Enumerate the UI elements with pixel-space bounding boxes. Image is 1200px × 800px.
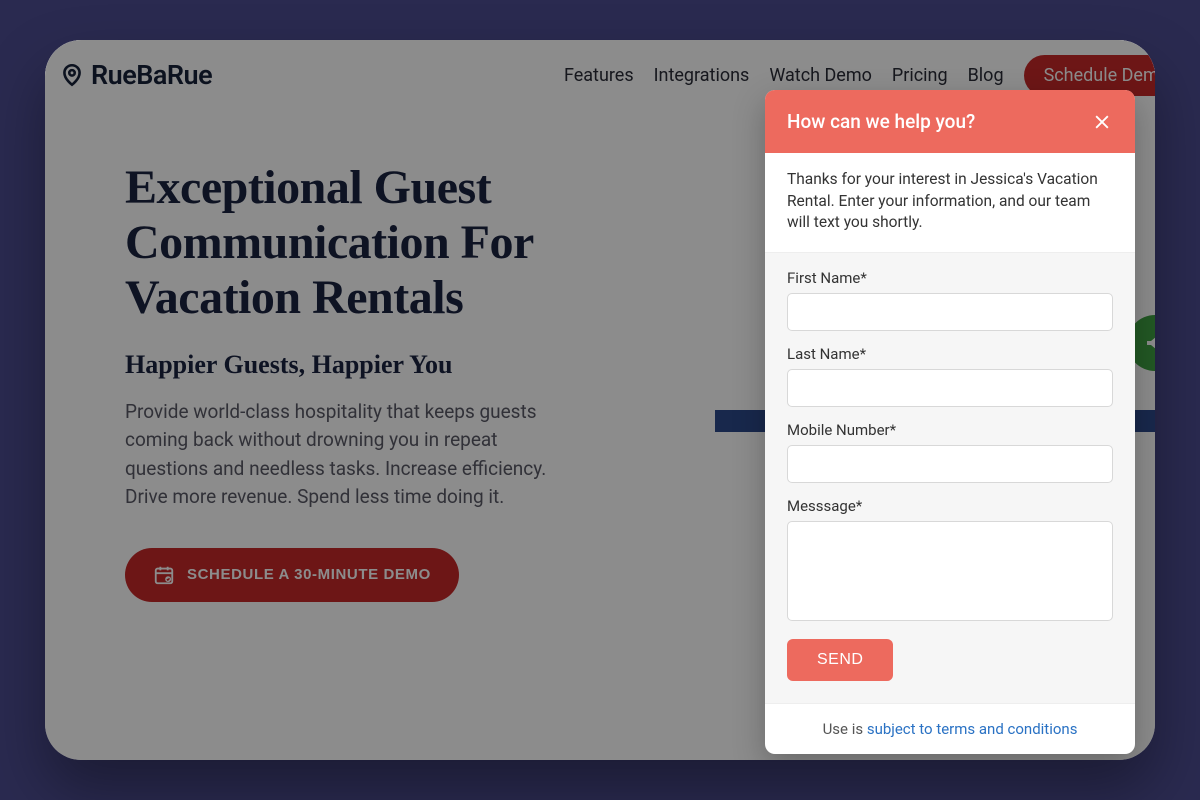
logo-mark-icon xyxy=(59,62,85,88)
send-button[interactable]: SEND xyxy=(787,639,893,681)
input-first-name[interactable] xyxy=(787,293,1113,331)
nav-blog[interactable]: Blog xyxy=(968,65,1004,86)
schedule-demo-label: SCHEDULE A 30-MINUTE DEMO xyxy=(187,566,431,583)
label-mobile: Mobile Number* xyxy=(787,421,1113,439)
brand-logo[interactable]: RueBaRue xyxy=(59,59,212,91)
brand-name: RueBaRue xyxy=(91,59,212,91)
input-message[interactable] xyxy=(787,521,1113,621)
chat-form: First Name* Last Name* Mobile Number* Me… xyxy=(765,253,1135,703)
label-first-name: First Name* xyxy=(787,269,1113,287)
hero-body: Provide world-class hospitality that kee… xyxy=(125,398,555,512)
schedule-demo-button[interactable]: SCHEDULE A 30-MINUTE DEMO xyxy=(125,548,459,602)
field-first-name: First Name* xyxy=(787,269,1113,331)
label-message: Messsage* xyxy=(787,497,1113,515)
chat-footer: Use is subject to terms and conditions xyxy=(765,703,1135,754)
chat-panel: How can we help you? Thanks for your int… xyxy=(765,90,1135,754)
field-message: Messsage* xyxy=(787,497,1113,625)
app-frame: RueBaRue Features Integrations Watch Dem… xyxy=(45,40,1155,760)
nav-features[interactable]: Features xyxy=(564,65,634,86)
input-mobile[interactable] xyxy=(787,445,1113,483)
field-mobile: Mobile Number* xyxy=(787,421,1113,483)
calendar-icon xyxy=(153,564,175,586)
hero-title: Exceptional Guest Communication For Vaca… xyxy=(125,160,685,326)
close-icon xyxy=(1092,112,1112,132)
label-last-name: Last Name* xyxy=(787,345,1113,363)
terms-link[interactable]: subject to terms and conditions xyxy=(867,720,1078,738)
input-last-name[interactable] xyxy=(787,369,1113,407)
nav-pricing[interactable]: Pricing xyxy=(892,65,948,86)
chat-header: How can we help you? xyxy=(765,90,1135,153)
nav-integrations[interactable]: Integrations xyxy=(654,65,750,86)
chat-footer-prefix: Use is xyxy=(823,720,867,738)
field-last-name: Last Name* xyxy=(787,345,1113,407)
chat-intro-text: Thanks for your interest in Jessica's Va… xyxy=(765,153,1135,253)
chat-title: How can we help you? xyxy=(787,110,975,133)
hero-subtitle: Happier Guests, Happier You xyxy=(125,350,685,380)
chat-close-button[interactable] xyxy=(1091,111,1113,133)
nav-watch-demo[interactable]: Watch Demo xyxy=(769,65,872,86)
hero-section: Exceptional Guest Communication For Vaca… xyxy=(125,160,685,602)
